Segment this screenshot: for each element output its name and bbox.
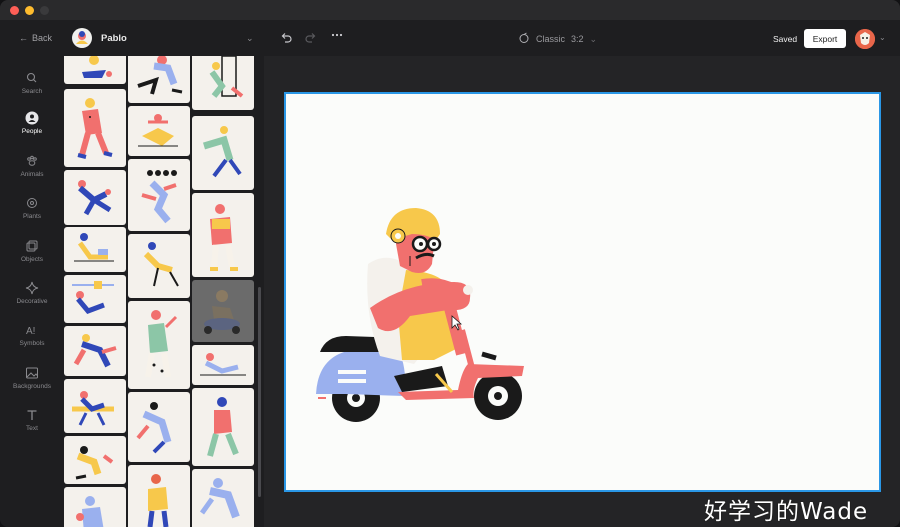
scooter-rider-illustration[interactable] [286,94,879,490]
search-icon [26,72,37,83]
arrow-left-icon: ← [19,33,28,43]
nav-item-objects[interactable]: Objects [0,239,64,263]
nav-label: Text [26,425,38,432]
nav-label: Plants [22,213,42,220]
text-icon [27,410,37,420]
sparkle-icon [25,281,39,295]
nav-item-animals[interactable]: Animals [0,154,64,178]
nav-label: Objects [20,256,44,263]
canvas-size-selector[interactable]: Classic 3:2 ⌄ [518,32,597,46]
nav-item-backgrounds[interactable]: Backgrounds [0,366,64,390]
app-window: ← Back Pablo ⌄ Classic 3:2 ⌄ Saved Expor… [0,0,900,527]
illustration-thumbnail[interactable] [64,326,126,376]
zoom-window-button[interactable] [40,6,49,15]
nav-item-plants[interactable]: Plants [0,196,64,220]
project-switcher[interactable]: Pablo [72,28,127,48]
illustration-thumbnail[interactable] [192,388,254,466]
category-nav: Search People Animals Plants Objects Dec… [0,56,64,527]
nav-item-people[interactable]: People [0,111,64,135]
objects-icon [26,240,38,252]
library-scrollbar[interactable] [258,287,261,497]
close-window-button[interactable] [10,6,19,15]
nav-item-decorative[interactable]: Decorative [0,281,64,305]
illustration-thumbnail[interactable] [192,56,254,110]
illustration-thumbnail[interactable] [64,275,126,323]
undo-icon[interactable] [280,31,293,47]
person-icon [25,111,39,125]
svg-text:A!: A! [26,326,35,337]
chevron-down-icon[interactable]: ⌄ [879,33,886,42]
illustration-thumbnail[interactable] [64,379,126,433]
symbols-icon: A! [26,326,35,337]
minimize-window-button[interactable] [25,6,34,15]
nav-label: Backgrounds [13,383,51,390]
chevron-down-icon: ⌄ [589,33,598,44]
illustration-thumbnail[interactable] [192,469,254,527]
illustration-thumbnail-selected[interactable] [192,280,254,342]
illustration-thumbnail[interactable] [128,465,190,527]
illustration-thumbnail[interactable] [64,89,126,167]
illustration-thumbnail[interactable] [64,436,126,484]
illustration-library [64,56,260,527]
nav-label: People [21,128,43,135]
illustration-thumbnail[interactable] [128,159,190,231]
image-icon [26,367,38,379]
more-options-icon[interactable] [331,29,343,44]
illustration-thumbnail[interactable] [64,170,126,225]
nav-label: Symbols [19,340,45,347]
nav-label: Decorative [16,298,48,305]
illustration-thumbnail[interactable] [128,106,190,156]
nav-item-text[interactable]: Text [0,408,64,432]
back-label: Back [32,33,53,43]
top-toolbar: ← Back Pablo ⌄ Classic 3:2 ⌄ Saved Expor… [0,20,900,56]
saved-status: Saved [773,34,798,44]
illustration-thumbnail[interactable] [128,392,190,462]
paw-icon [27,155,37,166]
chevron-down-icon[interactable]: ⌄ [246,33,254,44]
title-bar [0,0,900,20]
nav-item-search[interactable]: Search [0,71,64,95]
watermark-text: 好学习的Wade [704,499,869,525]
flower-icon [27,198,37,208]
user-avatar[interactable] [855,29,875,49]
illustration-thumbnail[interactable] [192,193,254,277]
artboard[interactable] [284,92,881,492]
illustration-thumbnail[interactable] [128,301,190,389]
nav-label: Animals [20,171,44,178]
illustration-thumbnail[interactable] [192,116,254,190]
project-name: Pablo [101,32,127,44]
illustration-thumbnail[interactable] [128,56,190,103]
canvas-label: Classic [536,34,566,44]
illustration-thumbnail[interactable] [64,56,126,84]
redo-icon[interactable] [304,31,317,47]
back-button[interactable]: ← Back [19,33,52,43]
illustration-thumbnail[interactable] [64,227,126,272]
export-button[interactable]: Export [804,29,846,48]
canvas-ratio: 3:2 [571,34,584,44]
illustration-thumbnail[interactable] [64,487,126,527]
nav-label: Search [21,88,43,95]
illustration-thumbnail[interactable] [128,234,190,298]
project-avatar [72,28,92,48]
canvas-ratio-icon [518,32,530,46]
nav-item-symbols[interactable]: A! Symbols [0,323,64,347]
illustration-thumbnail[interactable] [192,345,254,385]
